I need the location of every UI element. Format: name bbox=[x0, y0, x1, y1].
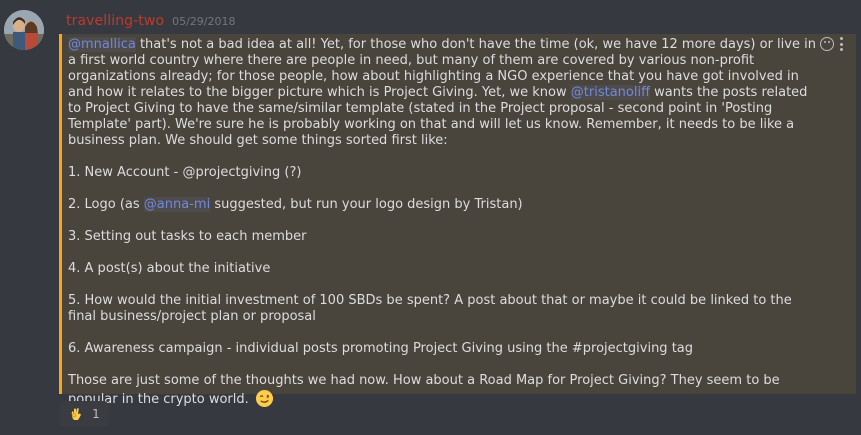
message-content-highlight: @mnallica that's not a bad idea at all! … bbox=[59, 34, 856, 408]
list-item-2-after: suggested, but run your logo design by T… bbox=[210, 197, 523, 212]
reaction-count: 1 bbox=[92, 407, 100, 421]
list-item-2-before: 2. Logo (as bbox=[68, 197, 144, 212]
list-item-3: 3. Setting out tasks to each member bbox=[68, 229, 307, 244]
ok-hand-emoji-icon bbox=[68, 406, 84, 422]
user-mention[interactable]: @anna-mi bbox=[143, 197, 211, 212]
closing-text: Those are just some of the thoughts we h… bbox=[68, 373, 780, 407]
list-item-4: 4. A post(s) about the initiative bbox=[68, 261, 271, 276]
list-item-2: 2. Logo (as @anna-mi suggested, but run … bbox=[68, 197, 818, 213]
wink-emoji-icon bbox=[255, 389, 274, 408]
add-reaction-icon[interactable] bbox=[820, 37, 834, 51]
user-mention[interactable]: @tristanoliff bbox=[570, 85, 651, 100]
list-item-6: 6. Awareness campaign - individual posts… bbox=[68, 341, 694, 356]
more-options-icon[interactable] bbox=[840, 37, 844, 51]
message-body: @mnallica that's not a bad idea at all! … bbox=[68, 37, 818, 408]
message-actions bbox=[820, 37, 844, 51]
list-item-5: 5. How would the initial investment of 1… bbox=[68, 293, 792, 324]
chat-message: travelling-two 05/29/2018 @mnallica that… bbox=[0, 0, 861, 435]
user-mention[interactable]: @mnallica bbox=[68, 37, 136, 52]
reaction-button[interactable]: 1 bbox=[60, 401, 108, 427]
timestamp: 05/29/2018 bbox=[172, 15, 236, 28]
closing-paragraph: Those are just some of the thoughts we h… bbox=[68, 373, 818, 408]
username[interactable]: travelling-two bbox=[66, 13, 164, 29]
paragraph-intro: @mnallica that's not a bad idea at all! … bbox=[68, 37, 818, 149]
list-item-1: 1. New Account - @projectgiving (?) bbox=[68, 165, 302, 180]
user-avatar[interactable] bbox=[4, 10, 44, 50]
message-header: travelling-two 05/29/2018 bbox=[66, 13, 236, 31]
